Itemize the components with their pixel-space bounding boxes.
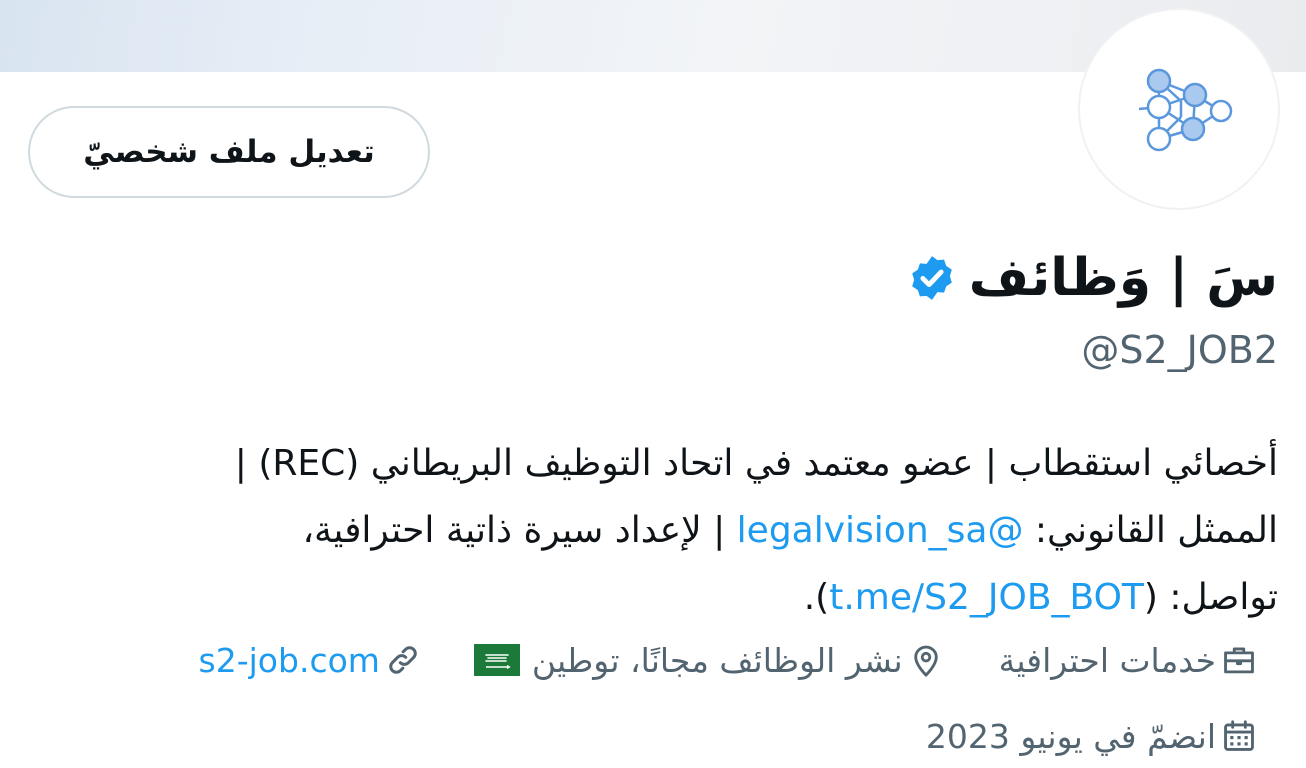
profile-bio: أخصائي استقطاب | عضو معتمد في اتحاد التو…: [18, 430, 1278, 631]
saudi-flag-icon: [473, 644, 520, 676]
profile-meta-row: خدمات احترافية نشر الوظائف مجانًا، توطين…: [199, 632, 1258, 688]
joined-item: انضمّ في يونيو 2023: [926, 717, 1258, 756]
bio-line-2: الممثل القانوني: @legalvision_sa | لإعدا…: [18, 497, 1278, 564]
category-label: خدمات احترافية: [998, 640, 1216, 680]
bio-text: الممثل القانوني:: [1023, 510, 1278, 551]
bio-mention-link[interactable]: @legalvision_sa: [737, 510, 1024, 551]
profile-category: خدمات احترافية: [999, 641, 1258, 680]
bio-telegram-link[interactable]: t.me/S2_JOB_BOT: [829, 577, 1144, 618]
edit-profile-button[interactable]: تعديل ملف شخصيّ: [28, 106, 430, 198]
profile-name-row: سَ | وَظائف: [907, 240, 1278, 316]
bio-text: ).: [803, 577, 830, 618]
bio-line-1: أخصائي استقطاب | عضو معتمد في اتحاد التو…: [234, 443, 1278, 484]
profile-website[interactable]: s2-job.com: [199, 641, 422, 680]
neural-network-icon: [1138, 68, 1233, 152]
profile-display-name: سَ | وَظائف: [968, 248, 1278, 308]
link-icon: [389, 646, 417, 674]
verified-badge-icon[interactable]: [907, 253, 957, 303]
bio-text: | لإعداد سيرة ذاتية احترافية،: [302, 510, 737, 551]
profile-location: نشر الوظائف مجانًا، توطين: [473, 640, 945, 680]
bio-text: تواصل: (: [1143, 577, 1278, 618]
location-pin-icon: [913, 645, 938, 678]
location-label: نشر الوظائف مجانًا، توطين: [531, 640, 903, 680]
profile-avatar[interactable]: [1078, 8, 1280, 210]
bio-line-3: تواصل: (t.me/S2_JOB_BOT).: [18, 564, 1278, 631]
briefcase-icon: [1224, 647, 1254, 674]
joined-label: انضمّ في يونيو 2023: [925, 716, 1216, 756]
website-link[interactable]: s2-job.com: [199, 641, 380, 680]
calendar-icon: [1224, 720, 1254, 751]
profile-handle: @S2_JOB2: [1081, 328, 1278, 372]
profile-joined: انضمّ في يونيو 2023: [926, 708, 1258, 764]
